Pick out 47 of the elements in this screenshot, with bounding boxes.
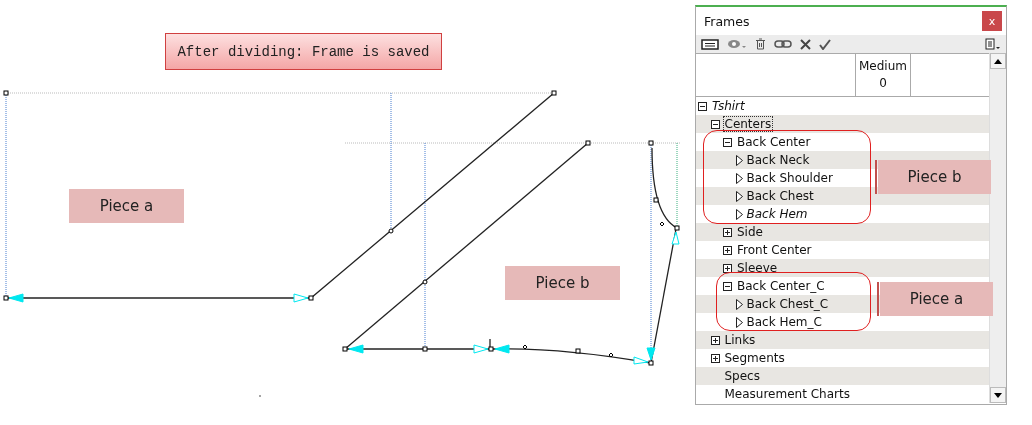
- piece-label: Piece b: [505, 266, 620, 300]
- triangle-icon: [735, 154, 743, 166]
- triangle-icon: [735, 298, 743, 310]
- tree-item[interactable]: Back Center_C: [736, 279, 826, 293]
- triangle-icon: [735, 316, 743, 328]
- collapse-icon[interactable]: [723, 281, 732, 291]
- expand-icon[interactable]: [723, 263, 732, 273]
- menu-icon[interactable]: [983, 36, 1003, 52]
- tree-item[interactable]: Measurement Charts: [723, 387, 851, 401]
- scroll-down-icon[interactable]: [994, 392, 1002, 398]
- triangle-icon: [735, 190, 743, 202]
- trash-icon[interactable]: [753, 36, 768, 52]
- tree-item[interactable]: Segments: [723, 351, 786, 365]
- close-button[interactable]: x: [982, 11, 1002, 31]
- triangle-icon: [735, 208, 743, 220]
- piece-label: Piece a: [69, 189, 184, 223]
- tree-item[interactable]: Back Shoulder: [745, 171, 834, 185]
- expand-icon[interactable]: [710, 335, 720, 345]
- tree-item[interactable]: Back Neck: [745, 153, 811, 167]
- status-message: After dividing: Frame is saved: [165, 33, 442, 70]
- tree-item[interactable]: Back Chest: [745, 189, 815, 203]
- expand-icon[interactable]: [723, 245, 732, 255]
- collapse-icon[interactable]: [723, 137, 732, 147]
- tree-item[interactable]: Side: [736, 225, 764, 239]
- callout-label: Piece a: [880, 282, 993, 316]
- collapse-icon[interactable]: [698, 101, 707, 111]
- scrollbar[interactable]: [989, 53, 1006, 403]
- tree-item[interactable]: Back Center: [736, 135, 812, 149]
- expand-icon[interactable]: [723, 227, 732, 237]
- collapse-icon[interactable]: [710, 119, 720, 129]
- tree-item[interactable]: Centers: [723, 117, 773, 131]
- tree-item[interactable]: Back Hem_C: [745, 315, 823, 329]
- tree-item[interactable]: Back Hem: [745, 207, 809, 221]
- tree-item[interactable]: Sleeve: [736, 261, 779, 275]
- tree-item[interactable]: Back Chest_C: [745, 297, 830, 311]
- triangle-icon: [735, 172, 743, 184]
- scroll-up-icon[interactable]: [994, 58, 1002, 64]
- tree-item[interactable]: Specs: [723, 369, 761, 383]
- delete-icon[interactable]: [798, 36, 813, 52]
- expand-icon[interactable]: [710, 353, 720, 363]
- panel-title: Frames: [704, 13, 750, 29]
- callout-label: Piece b: [878, 160, 991, 194]
- column-header: Medium 0: [856, 54, 911, 96]
- tree-item[interactable]: Tshirt: [711, 99, 746, 113]
- list-icon[interactable]: [699, 36, 721, 52]
- tree-item[interactable]: Front Center: [736, 243, 813, 257]
- tree-item[interactable]: Links: [723, 333, 757, 347]
